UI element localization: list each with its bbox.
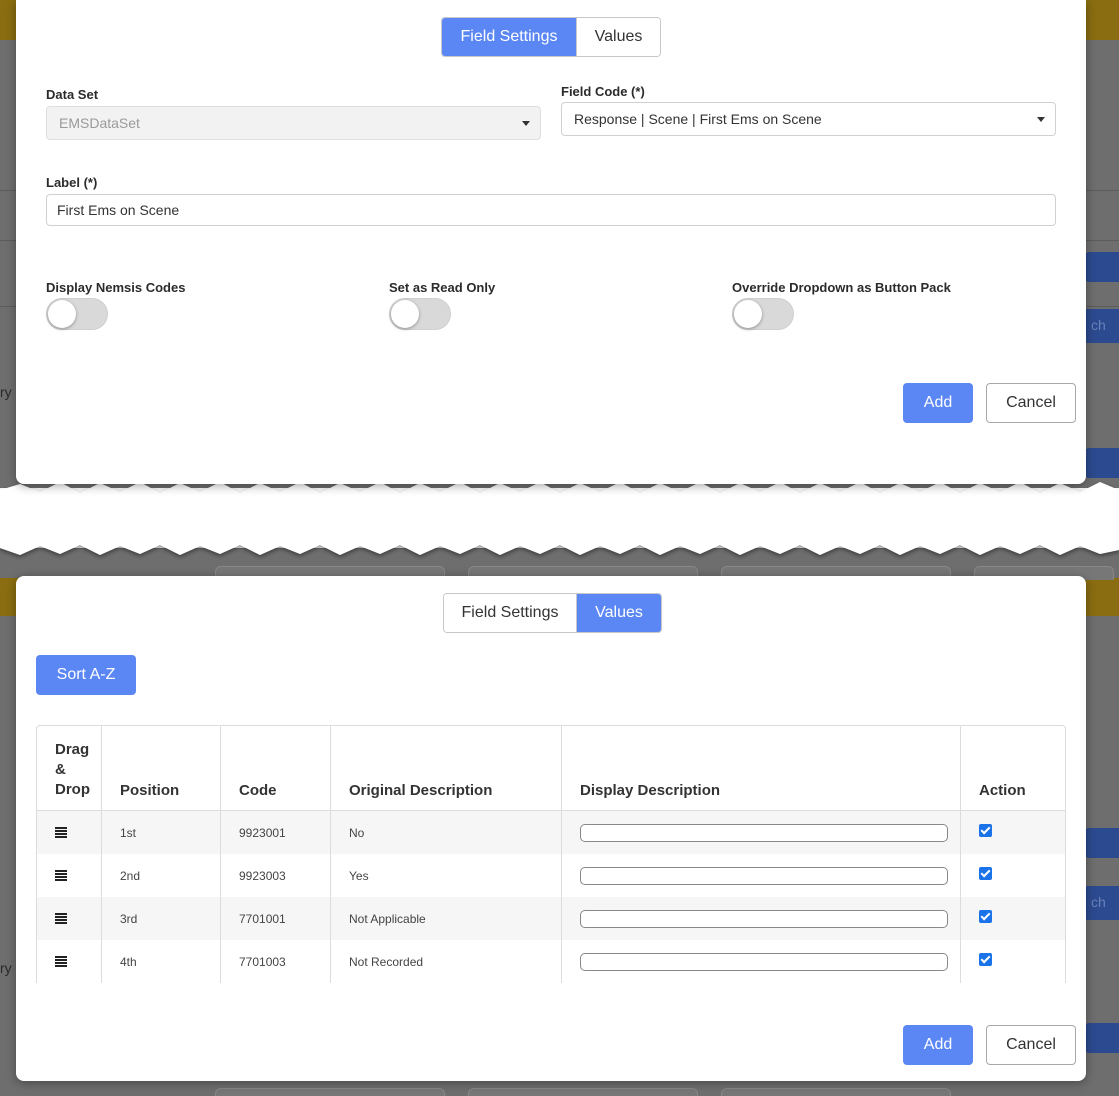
background-blue-button xyxy=(1085,828,1119,858)
read-only-label: Set as Read Only xyxy=(389,280,496,295)
sort-az-button[interactable]: Sort A-Z xyxy=(36,655,136,695)
background-search-button: ch xyxy=(1083,309,1119,343)
cell-position: 2nd xyxy=(102,854,221,897)
cell-display-description xyxy=(562,811,961,854)
display-nemsis-toggle[interactable] xyxy=(46,298,108,330)
background-text-fragment: ry xyxy=(0,384,12,400)
background-input xyxy=(721,1088,951,1096)
col-action-label: Action xyxy=(979,782,1026,799)
values-table: Drag & Drop Position Code Original Descr… xyxy=(36,725,1066,983)
drag-handle[interactable] xyxy=(37,897,102,940)
field-code-value: Response | Scene | First Ems on Scene xyxy=(574,111,822,127)
action-checkbox[interactable] xyxy=(979,953,992,966)
cell-position: 1st xyxy=(102,811,221,854)
cell-action xyxy=(961,897,1065,940)
action-checkbox[interactable] xyxy=(979,824,992,837)
toggle-knob xyxy=(48,300,76,328)
field-code-select[interactable]: Response | Scene | First Ems on Scene xyxy=(561,102,1056,136)
data-set-value: EMSDataSet xyxy=(59,115,140,131)
cancel-button[interactable]: Cancel xyxy=(986,383,1076,423)
cell-position: 4th xyxy=(102,940,221,983)
label-field-label: Label (*) xyxy=(46,175,98,190)
background-blue-button xyxy=(1085,252,1119,282)
tab-values[interactable]: Values xyxy=(576,594,661,632)
cell-position: 3rd xyxy=(102,897,221,940)
drag-handle-icon xyxy=(55,827,67,838)
table-row: 4th 7701003 Not Recorded xyxy=(37,940,1065,983)
values-modal: Field Settings Values Sort A-Z Drag & Dr… xyxy=(16,576,1086,1081)
tab-switcher: Field Settings Values xyxy=(443,593,662,633)
col-code: Code xyxy=(221,726,331,811)
override-dropdown-toggle[interactable] xyxy=(732,298,794,330)
col-drag-drop: Drag & Drop xyxy=(37,726,102,811)
action-checkbox[interactable] xyxy=(979,910,992,923)
read-only-toggle[interactable] xyxy=(389,298,451,330)
drag-handle[interactable] xyxy=(37,940,102,983)
chevron-down-icon xyxy=(1037,117,1045,122)
col-display-description: Display Description xyxy=(562,726,961,811)
display-nemsis-label: Display Nemsis Codes xyxy=(46,280,186,295)
label-input[interactable]: First Ems on Scene xyxy=(46,194,1056,226)
cell-code: 9923001 xyxy=(221,811,331,854)
drag-handle-icon xyxy=(55,870,67,881)
background-input xyxy=(468,1088,698,1096)
col-action: Action xyxy=(961,726,1065,811)
col-drag-label-1: Drag xyxy=(55,741,90,758)
tab-values[interactable]: Values xyxy=(576,18,660,56)
cell-code: 9923003 xyxy=(221,854,331,897)
cell-action xyxy=(961,854,1065,897)
table-row: 3rd 7701001 Not Applicable xyxy=(37,897,1065,940)
col-drag-label-2: & xyxy=(55,761,66,778)
cell-action xyxy=(961,811,1065,854)
cell-original-description: Not Recorded xyxy=(331,940,562,983)
data-set-select[interactable]: EMSDataSet xyxy=(46,106,541,140)
cell-original-description: No xyxy=(331,811,562,854)
field-settings-modal: Field Settings Values Data Set EMSDataSe… xyxy=(16,0,1086,484)
drag-handle[interactable] xyxy=(37,811,102,854)
col-original-description: Original Description xyxy=(331,726,562,811)
chevron-down-icon xyxy=(522,121,530,126)
cell-display-description xyxy=(562,854,961,897)
cancel-button[interactable]: Cancel xyxy=(986,1025,1076,1065)
col-code-label: Code xyxy=(239,782,277,799)
tab-field-settings[interactable]: Field Settings xyxy=(442,18,576,56)
col-drag-label-3: Drop xyxy=(55,781,90,798)
data-set-label: Data Set xyxy=(46,87,99,102)
field-code-label: Field Code (*) xyxy=(561,84,645,99)
drag-handle[interactable] xyxy=(37,854,102,897)
cell-display-description xyxy=(562,897,961,940)
col-original-label: Original Description xyxy=(349,782,493,799)
drag-handle-icon xyxy=(55,913,67,924)
cell-action xyxy=(961,940,1065,983)
background-input xyxy=(215,1088,445,1096)
override-dropdown-label: Override Dropdown as Button Pack xyxy=(732,280,951,295)
background-blue-button xyxy=(1085,1023,1119,1053)
table-row: 1st 9923001 No xyxy=(37,811,1065,854)
display-description-input[interactable] xyxy=(580,866,948,885)
drag-handle-icon xyxy=(55,956,67,967)
table-header: Drag & Drop Position Code Original Descr… xyxy=(37,726,1065,811)
add-button[interactable]: Add xyxy=(903,383,973,423)
table-row: 2nd 9923003 Yes xyxy=(37,854,1065,897)
col-position: Position xyxy=(102,726,221,811)
display-description-input[interactable] xyxy=(580,952,948,971)
add-button[interactable]: Add xyxy=(903,1025,973,1065)
cell-code: 7701001 xyxy=(221,897,331,940)
cell-original-description: Not Applicable xyxy=(331,897,562,940)
display-description-input[interactable] xyxy=(580,823,948,842)
label-input-value: First Ems on Scene xyxy=(57,202,180,218)
col-display-label: Display Description xyxy=(580,782,721,799)
background-text-fragment: ry xyxy=(0,960,12,976)
toggle-knob xyxy=(391,300,419,328)
col-position-label: Position xyxy=(120,782,180,799)
tab-field-settings[interactable]: Field Settings xyxy=(444,594,576,632)
background-search-button: ch xyxy=(1083,886,1119,920)
toggle-knob xyxy=(734,300,762,328)
action-checkbox[interactable] xyxy=(979,867,992,880)
cell-code: 7701003 xyxy=(221,940,331,983)
display-description-input[interactable] xyxy=(580,909,948,928)
tab-switcher: Field Settings Values xyxy=(441,17,661,57)
cell-original-description: Yes xyxy=(331,854,562,897)
cell-display-description xyxy=(562,940,961,983)
